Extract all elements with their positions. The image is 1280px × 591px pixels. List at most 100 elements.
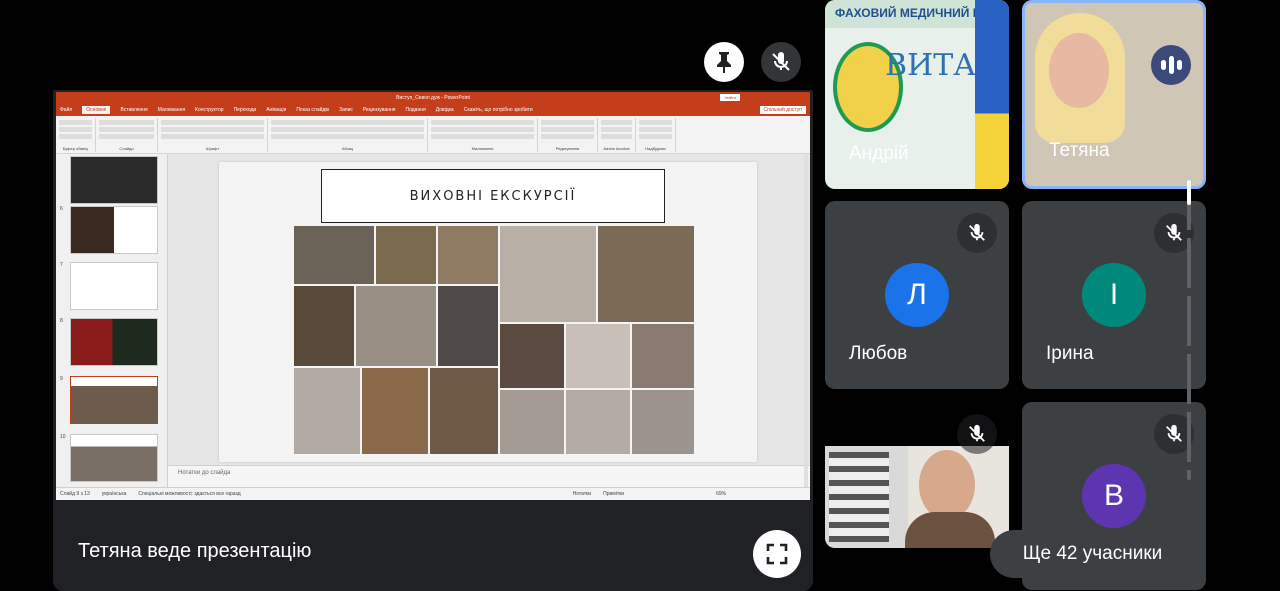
- status-zoom: 69%: [716, 491, 727, 497]
- ppt-tab: Файл: [60, 107, 73, 113]
- ppt-tab: Показ слайдів: [296, 107, 330, 113]
- ppt-scrollbar: [804, 154, 808, 487]
- collage-photo: [356, 286, 436, 366]
- slide-notes: Нотатки до слайда: [168, 465, 810, 487]
- ppt-tab: Запис: [339, 107, 353, 113]
- collage-photo: [294, 226, 374, 284]
- participant-face: [1049, 33, 1109, 108]
- ppt-title-bar: Виступ_Севол дуж - PowerPoint Увійти: [56, 92, 810, 104]
- stage-mic-off-button[interactable]: [761, 42, 801, 82]
- ppt-tab: Вставлення: [120, 107, 148, 113]
- ribbon-group: Буфер обміну: [56, 118, 96, 152]
- avatar: Л: [885, 263, 949, 327]
- avatar: І: [1082, 263, 1146, 327]
- ppt-tab: Конструктор: [195, 107, 224, 113]
- collage-photo: [376, 226, 436, 284]
- avatar: B: [1082, 464, 1146, 528]
- thumbnail-image: [70, 434, 158, 482]
- ribbon-group-label: Слайди: [119, 146, 134, 151]
- participant-tile-iryna[interactable]: І Ірина: [1022, 201, 1206, 389]
- ppt-status-bar: Слайд 9 з 13 українська Спеціальні можли…: [56, 487, 810, 500]
- ppt-tab: Подання: [405, 107, 426, 113]
- mic-off-indicator: [957, 414, 997, 454]
- ribbon-group: Абзац: [268, 118, 428, 152]
- mic-off-icon: [969, 424, 985, 442]
- pin-button[interactable]: [704, 42, 744, 82]
- ribbon-group: Слайди: [96, 118, 158, 152]
- status-notes: Нотатки: [572, 491, 592, 497]
- ribbon-group: Надбудови: [636, 118, 676, 152]
- thumbnail-number: 9: [60, 376, 63, 382]
- ppt-ribbon-tabs: Файл Основне Вставлення Малювання Конструкто…: [56, 104, 810, 116]
- thumbnail-number: 7: [60, 262, 63, 268]
- ppt-tab: Переходи: [233, 107, 257, 113]
- collage-photo: [632, 390, 694, 454]
- pin-icon: [717, 52, 731, 73]
- self-face: [919, 450, 975, 520]
- collage-photo: [438, 226, 498, 284]
- ribbon-group: Adobe Acrobat: [598, 118, 636, 152]
- ppt-tab: Малювання: [157, 107, 186, 113]
- ppt-sign-in: Увійти: [720, 94, 740, 101]
- ribbon-group-label: Абзац: [341, 146, 354, 151]
- thumbnail-8: 8: [60, 318, 160, 368]
- ppt-window-title: Виступ_Севол дуж - PowerPoint: [396, 95, 470, 101]
- thumbnail-number: 6: [60, 206, 63, 212]
- status-accessibility: Спеціальні можливості: здається все гара…: [138, 491, 241, 497]
- fullscreen-icon: [766, 543, 788, 565]
- ppt-workspace: 6 7 8 9 10 ВИХОВНІ ЕКСКУРСІЇ Нотатки до …: [56, 154, 810, 487]
- collage-photo: [362, 368, 428, 454]
- participants-scrollbar[interactable]: [1187, 180, 1191, 480]
- thumbnail-5: [60, 156, 160, 206]
- ribbon-group-label: Редагування: [555, 146, 580, 151]
- participant-tile-andrii[interactable]: ФАХОВИЙ МЕДИЧНИЙ КОЛ ВИТАЄМ Андрій: [825, 0, 1009, 189]
- thumbnail-image: [70, 318, 158, 366]
- collage-photo: [500, 390, 564, 454]
- thumbnail-image: [70, 206, 158, 254]
- collage-photo: [438, 286, 498, 366]
- ribbon-group: Редагування: [538, 118, 598, 152]
- collage-photo: [598, 226, 694, 322]
- collage-photo: [566, 390, 630, 454]
- ribbon-group-label: Буфер обміну: [62, 146, 89, 151]
- participant-name: Любов: [849, 343, 908, 364]
- mic-off-indicator: [957, 213, 997, 253]
- ribbon-group-label: Шрифт: [205, 146, 220, 151]
- ppt-tab: Довідка: [435, 107, 454, 113]
- ppt-tab: Анімація: [266, 107, 287, 113]
- participant-tile-self[interactable]: Ви: [825, 402, 1009, 548]
- current-slide: ВИХОВНІ ЕКСКУРСІЇ: [219, 162, 757, 462]
- slide-thumbnails: 6 7 8 9 10: [56, 154, 168, 487]
- ppt-ribbon: Буфер обміну Слайди Шрифт Абзац Малювання Ред…: [56, 116, 810, 154]
- bookshelf: [829, 452, 889, 542]
- more-participants-button[interactable]: Ще 42 учасники: [990, 530, 1195, 578]
- thumbnail-7: 7: [60, 262, 160, 312]
- thumbnail-image: [70, 376, 158, 424]
- participant-name: Ви: [849, 546, 872, 548]
- thumbnail-9: 9: [60, 376, 160, 426]
- ppt-share-button: Спільний доступ: [759, 106, 806, 114]
- presentation-stage: Виступ_Севол дуж - PowerPoint Увійти Фай…: [53, 0, 813, 591]
- ppt-tab: Рецензування: [362, 107, 396, 113]
- collage-photo: [500, 324, 564, 388]
- self-shoulders: [905, 512, 995, 548]
- participant-tile-liubov[interactable]: Л Любов: [825, 201, 1009, 389]
- thumbnail-image: [70, 262, 158, 310]
- thumbnail-6: 6: [60, 206, 160, 256]
- shared-screen: Виступ_Севол дуж - PowerPoint Увійти Фай…: [56, 92, 810, 500]
- participant-name: Ірина: [1046, 343, 1094, 364]
- mic-off-icon: [1166, 424, 1182, 442]
- participant-name: Андрій: [849, 143, 909, 164]
- collage-photo: [566, 324, 630, 388]
- scrollbar-thumb[interactable]: [1187, 180, 1191, 205]
- thumbnail-number: 10: [60, 434, 66, 440]
- participant-tile-tetiana[interactable]: Тетяна: [1022, 0, 1206, 189]
- mic-off-icon: [1166, 223, 1182, 241]
- ribbon-group-label: Малювання: [471, 146, 494, 151]
- fullscreen-button[interactable]: [753, 530, 801, 578]
- ribbon-group-label: Надбудови: [645, 146, 666, 151]
- slide-title: ВИХОВНІ ЕКСКУРСІЇ: [321, 169, 665, 223]
- mic-off-icon: [969, 223, 985, 241]
- stage-top-bar: [53, 0, 813, 90]
- status-slide-count: Слайд 9 з 13: [60, 491, 90, 497]
